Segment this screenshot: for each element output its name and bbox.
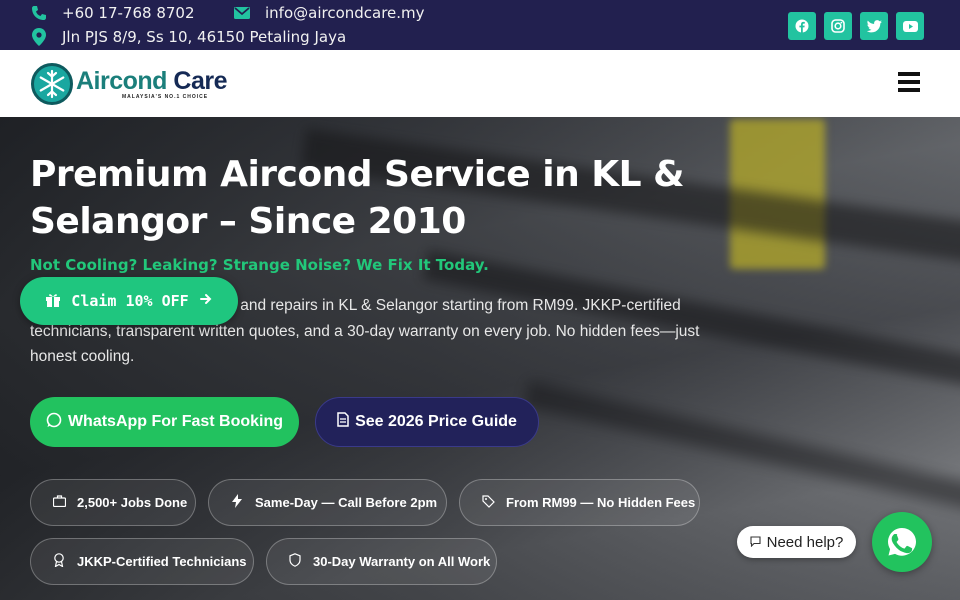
snowflake-icon	[31, 63, 73, 105]
claim-label: Claim 10% OFF	[71, 292, 189, 310]
logo-word-aircond: Aircond	[76, 67, 167, 95]
logo-word-care: Care	[166, 67, 227, 95]
badge-label: 2,500+ Jobs Done	[77, 495, 188, 510]
whatsapp-float-button[interactable]	[872, 512, 932, 572]
badge-price: From RM99 — No Hidden Fees	[459, 479, 700, 526]
tag-icon	[480, 494, 496, 511]
whatsapp-icon	[46, 412, 62, 433]
whatsapp-button-label: WhatsApp For Fast Booking	[67, 413, 284, 430]
need-help-bubble[interactable]: Need help?	[737, 526, 856, 558]
badge-label: 30-Day Warranty on All Work	[313, 554, 491, 569]
site-logo[interactable]: Aircond Care MALAYSIA'S NO.1 CHOICE	[31, 63, 228, 105]
instagram-icon[interactable]	[824, 12, 852, 40]
bolt-icon	[229, 494, 245, 511]
chat-icon	[750, 534, 761, 551]
phone-link[interactable]: +60 17-768 8702	[30, 4, 195, 22]
badge-jobs-done: 2,500+ Jobs Done	[30, 479, 196, 526]
site-header: Aircond Care MALAYSIA'S NO.1 CHOICE	[0, 50, 960, 117]
address-text: Jln PJS 8/9, Ss 10, 46150 Petaling Jaya	[62, 28, 347, 46]
facebook-icon[interactable]	[788, 12, 816, 40]
badge-warranty: 30-Day Warranty on All Work	[266, 538, 497, 585]
shield-icon	[287, 553, 303, 570]
price-button-label: See 2026 Price Guide	[355, 413, 517, 430]
claim-discount-button[interactable]: Claim 10% OFF	[20, 277, 238, 325]
email-link[interactable]: info@aircondcare.my	[233, 4, 425, 22]
whatsapp-icon	[888, 528, 916, 556]
need-help-label: Need help?	[766, 533, 844, 551]
envelope-icon	[233, 4, 251, 22]
certificate-icon	[51, 553, 67, 570]
phone-icon	[30, 4, 48, 22]
email-address: info@aircondcare.my	[265, 4, 425, 22]
hero-title: Premium Aircond Service in KL & Selangor…	[30, 154, 685, 242]
briefcase-icon	[51, 495, 67, 510]
arrow-right-icon	[199, 292, 213, 310]
hamburger-menu-icon[interactable]	[898, 72, 920, 92]
whatsapp-booking-button[interactable]: WhatsApp For Fast Booking	[30, 397, 299, 447]
badge-label: JKKP-Certified Technicians	[77, 554, 247, 569]
logo-tagline: MALAYSIA'S NO.1 CHOICE	[122, 94, 209, 100]
badge-label: From RM99 — No Hidden Fees	[506, 495, 696, 510]
gift-icon	[45, 291, 61, 311]
twitter-icon[interactable]	[860, 12, 888, 40]
hero-subtitle: Not Cooling? Leaking? Strange Noise? We …	[30, 256, 489, 274]
top-bar: +60 17-768 8702 info@aircondcare.my Jln …	[0, 0, 960, 50]
map-pin-icon	[30, 28, 48, 46]
document-icon	[337, 412, 349, 432]
address: Jln PJS 8/9, Ss 10, 46150 Petaling Jaya	[30, 28, 346, 46]
phone-number: +60 17-768 8702	[62, 4, 195, 22]
badge-label: Same-Day — Call Before 2pm	[255, 495, 438, 510]
badge-certified: JKKP-Certified Technicians	[30, 538, 254, 585]
price-guide-button[interactable]: See 2026 Price Guide	[315, 397, 539, 447]
badge-same-day: Same-Day — Call Before 2pm	[208, 479, 447, 526]
youtube-icon[interactable]	[896, 12, 924, 40]
